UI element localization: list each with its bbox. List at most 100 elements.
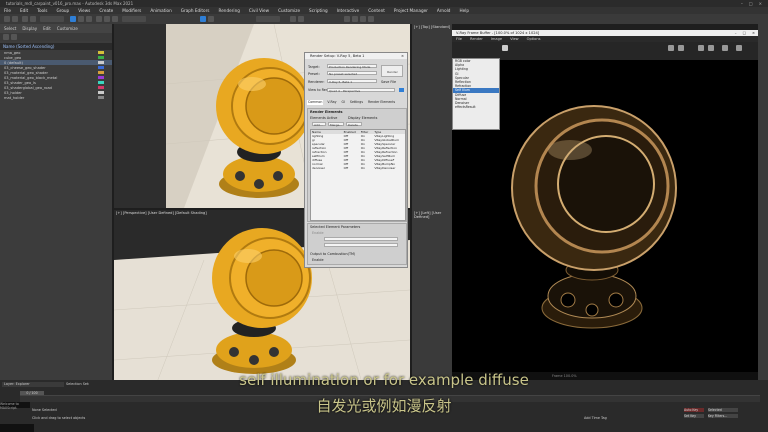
settings-icon[interactable] <box>736 45 742 51</box>
menu-tools[interactable]: Tools <box>37 8 47 13</box>
save-file-checkbox[interactable]: Save File <box>381 80 396 84</box>
merge-element-button[interactable]: Merge... <box>328 122 344 127</box>
tab-v-ray[interactable]: V-Ray <box>326 100 337 105</box>
fb-menu-options[interactable]: Options <box>527 37 541 41</box>
align-icon[interactable] <box>298 16 304 22</box>
reference-coord-dropdown[interactable] <box>122 16 146 22</box>
menu-modifiers[interactable]: Modifiers <box>122 8 141 13</box>
menu-animation[interactable]: Animation <box>150 8 171 13</box>
select-by-name-icon[interactable] <box>78 16 84 22</box>
view-to-render-dropdown[interactable]: Quad 4 - Perspective <box>327 88 395 93</box>
close-button[interactable]: × <box>759 1 762 6</box>
unlink-icon[interactable] <box>30 16 36 22</box>
fb-menu-render[interactable]: Render <box>470 37 483 41</box>
scene-explorer-toolbar <box>0 33 112 41</box>
rotate-icon[interactable] <box>104 16 110 22</box>
select-object-icon[interactable] <box>70 16 76 22</box>
mirror-icon[interactable] <box>290 16 296 22</box>
render-setup-titlebar[interactable]: Render Setup: V-Ray 5, Beta 1 × <box>305 53 407 59</box>
viewport-label[interactable]: [+] [Left] [User Defined] <box>414 211 452 219</box>
menu-edit[interactable]: Edit <box>20 8 28 13</box>
element-path-field[interactable] <box>324 243 398 247</box>
menu-create[interactable]: Create <box>99 8 113 13</box>
scale-icon[interactable] <box>112 16 118 22</box>
snap-toggle-icon[interactable] <box>200 16 206 22</box>
table-row[interactable]: denoiser Off On VRayDenoiser <box>311 166 405 170</box>
target-dropdown[interactable]: Production Rendering Mode <box>327 64 377 69</box>
minimize-button[interactable]: – <box>741 1 743 6</box>
tab-common[interactable]: Common <box>307 100 324 105</box>
undo-icon[interactable] <box>4 16 10 22</box>
layer-color-swatch <box>98 96 104 99</box>
menu-file[interactable]: File <box>4 8 11 13</box>
rollout-title[interactable]: Render Elements <box>310 110 343 114</box>
material-editor-icon[interactable] <box>344 16 350 22</box>
menu-scripting[interactable]: Scripting <box>309 8 328 13</box>
menu-interactive[interactable]: Interactive <box>337 8 360 13</box>
close-icon[interactable]: × <box>401 54 407 58</box>
render-icon[interactable] <box>698 45 704 51</box>
fb-close-button[interactable]: × <box>752 31 755 35</box>
elements-active-checkbox[interactable]: Elements Active <box>310 116 337 120</box>
fb-menu-view[interactable]: View <box>510 37 519 41</box>
scene-tab-edit[interactable]: Edit <box>43 26 51 31</box>
channel-option[interactable]: effectsResult <box>453 105 499 109</box>
scene-tab-select[interactable]: Select <box>4 26 16 31</box>
maximize-button[interactable]: □ <box>749 1 753 6</box>
render-setup-icon[interactable] <box>352 16 358 22</box>
display-elements-checkbox[interactable]: Display Elements <box>348 116 377 120</box>
redo-icon[interactable] <box>12 16 18 22</box>
render-button[interactable]: Render <box>381 65 403 77</box>
menu-help[interactable]: Help <box>459 8 469 13</box>
link-icon[interactable] <box>22 16 28 22</box>
move-icon[interactable] <box>96 16 102 22</box>
selection-filter-dropdown[interactable] <box>40 16 64 22</box>
fb-minimize-button[interactable]: – <box>735 31 737 35</box>
menu-arnold[interactable]: Arnold <box>437 8 451 13</box>
enable-checkbox[interactable]: Enable <box>312 231 324 235</box>
render-production-icon[interactable] <box>368 16 374 22</box>
viewport-right-strip[interactable]: [+] [Top] [Standard] [+] [Left] [User De… <box>412 24 452 390</box>
menu-graph-editors[interactable]: Graph Editors <box>181 8 210 13</box>
tab-render-elements[interactable]: Render Elements <box>367 100 396 105</box>
render-frame-icon[interactable] <box>360 16 366 22</box>
add-element-button[interactable]: Add... <box>312 122 326 127</box>
preset-dropdown[interactable]: No preset selected <box>327 71 377 76</box>
viewport-label[interactable]: [+] [Perspective] [User Defined] [Defaul… <box>116 211 207 215</box>
scene-tab-display[interactable]: Display <box>22 26 37 31</box>
lock-view-icon[interactable] <box>399 88 404 92</box>
history-icon[interactable] <box>722 45 728 51</box>
fb-menu-image[interactable]: Image <box>491 37 502 41</box>
scene-row-label: 03_material_geo_black_metal <box>4 75 58 80</box>
fb-maximize-button[interactable]: □ <box>743 31 746 35</box>
clear-image-icon[interactable] <box>678 45 684 51</box>
menu-group[interactable]: Group <box>56 8 69 13</box>
named-selection-dropdown[interactable] <box>256 16 280 22</box>
renderer-dropdown[interactable]: V-Ray 5, Beta 1 <box>327 79 377 84</box>
menu-customize[interactable]: Customize <box>278 8 300 13</box>
menu-project-manager[interactable]: Project Manager <box>394 8 428 13</box>
delete-element-button[interactable]: Delete <box>346 122 362 127</box>
menu-content[interactable]: Content <box>368 8 385 13</box>
region-render-icon[interactable] <box>708 45 714 51</box>
scene-row[interactable]: mat_holder <box>0 95 112 100</box>
tab-settings[interactable]: Settings <box>349 100 364 105</box>
viewport-label[interactable]: [+] [Top] [Standard] <box>414 25 450 29</box>
display-lights-icon[interactable] <box>11 34 17 40</box>
angle-snap-icon[interactable] <box>208 16 214 22</box>
menu-civil-view[interactable]: Civil View <box>249 8 269 13</box>
element-name-field[interactable] <box>324 237 398 241</box>
scene-tab-customize[interactable]: Customize <box>57 26 78 31</box>
save-image-icon[interactable] <box>668 45 674 51</box>
layer-color-swatch <box>98 51 104 54</box>
menu-views[interactable]: Views <box>78 8 90 13</box>
combustion-enable-checkbox[interactable]: Enable <box>312 258 324 262</box>
tab-gi[interactable]: GI <box>341 100 346 105</box>
rect-region-icon[interactable] <box>86 16 92 22</box>
menu-rendering[interactable]: Rendering <box>219 8 240 13</box>
channel-icon[interactable] <box>502 45 508 51</box>
filter-icon[interactable] <box>3 34 9 40</box>
add-time-tag-button[interactable]: Add Time Tag <box>584 416 607 420</box>
scene-explorer-header[interactable]: Name (Sorted Ascending) <box>0 43 112 50</box>
fb-menu-file[interactable]: File <box>456 37 462 41</box>
